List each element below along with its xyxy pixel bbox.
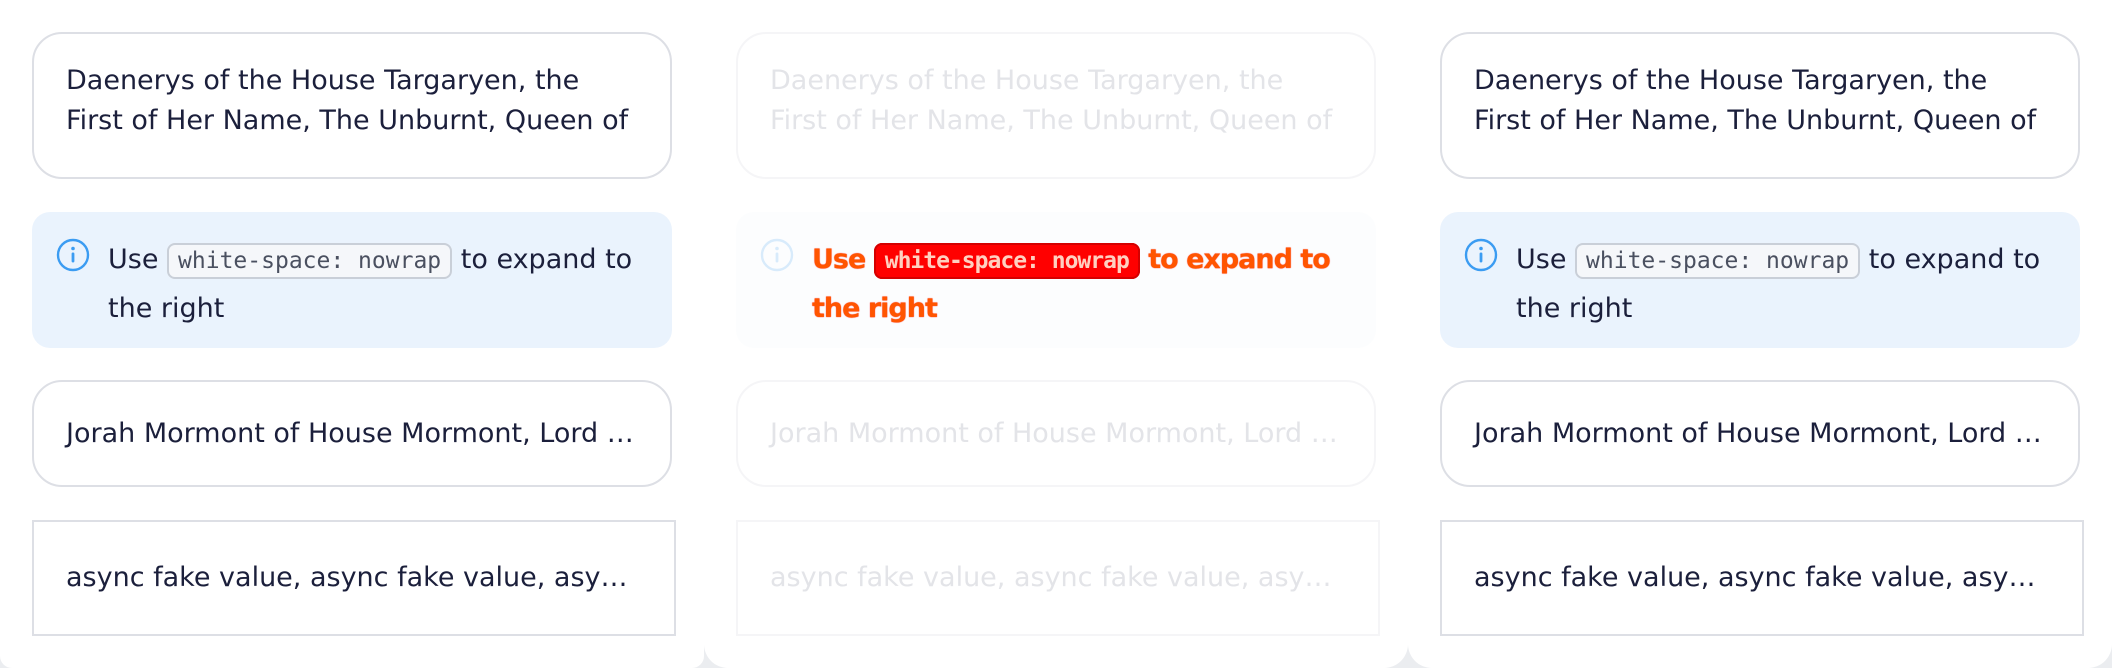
multiline-textfield-value: Daenerys of the House Targaryen, the Fir… — [770, 65, 1333, 136]
notice: Use white-space: nowrap to expand to the… — [736, 212, 1376, 348]
notice: Use white-space: nowrap to expand to the… — [1440, 212, 2080, 348]
single-line-textfield[interactable]: Jorah Mormont of House Mormont, Lord of … — [736, 380, 1376, 487]
panel-faded: Daenerys of the House Targaryen, the Fir… — [704, 0, 1408, 668]
notice-code: white-space: nowrap — [1575, 243, 1861, 279]
notice-text: Use white-space: nowrap to expand to the… — [108, 243, 632, 324]
async-value-box[interactable]: async fake value, async fake value, asyn… — [1440, 520, 2084, 636]
single-line-textfield[interactable]: Jorah Mormont of House Mormont, Lord of … — [32, 380, 672, 487]
info-icon — [1464, 238, 1498, 272]
notice-code: white-space: nowrap — [167, 243, 453, 279]
info-icon — [760, 238, 794, 272]
notice-code: white-space: nowrap — [873, 243, 1140, 279]
panel-default: Daenerys of the House Targaryen, the Fir… — [0, 0, 704, 668]
multiline-textfield[interactable]: Daenerys of the House Targaryen, the Fir… — [1440, 32, 2080, 179]
multiline-textfield[interactable]: Daenerys of the House Targaryen, the Fir… — [32, 32, 672, 179]
multiline-textfield-value: Daenerys of the House Targaryen, the Fir… — [66, 65, 629, 136]
panel-default-right: Daenerys of the House Targaryen, the Fir… — [1408, 0, 2112, 668]
notice-prefix: Use — [108, 244, 159, 275]
notice-prefix: Use — [1516, 244, 1567, 275]
notice: Use white-space: nowrap to expand to the… — [32, 212, 672, 348]
async-value-box[interactable]: async fake value, async fake value, asyn… — [736, 520, 1380, 636]
notice-prefix: Use — [812, 244, 866, 275]
notice-text: Use white-space: nowrap to expand to the… — [812, 243, 1331, 324]
single-line-textfield[interactable]: Jorah Mormont of House Mormont, Lord of … — [1440, 380, 2080, 487]
multiline-textfield-value: Daenerys of the House Targaryen, the Fir… — [1474, 65, 2037, 136]
stage: Daenerys of the House Targaryen, the Fir… — [0, 0, 2112, 668]
notice-text: Use white-space: nowrap to expand to the… — [1516, 243, 2040, 324]
async-value-box[interactable]: async fake value, async fake value, asyn… — [32, 520, 676, 636]
multiline-textfield[interactable]: Daenerys of the House Targaryen, the Fir… — [736, 32, 1376, 179]
info-icon — [56, 238, 90, 272]
